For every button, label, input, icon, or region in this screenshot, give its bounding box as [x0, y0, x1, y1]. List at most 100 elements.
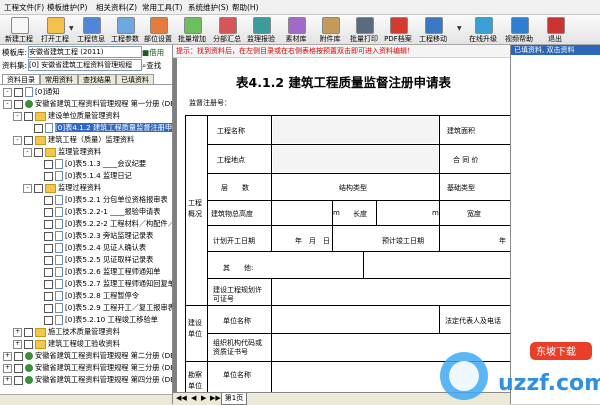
project-name-field[interactable] [273, 117, 438, 143]
toolbar-button-12[interactable]: 工程移动 [416, 16, 450, 43]
tree-node[interactable]: [0]表5.2.9 工程开工／复工报审表 [33, 303, 172, 315]
checkbox[interactable] [44, 207, 53, 217]
toolbar-button-6[interactable]: 分部汇总 [210, 16, 244, 43]
resource-select[interactable]: [0] 安徽省建筑工程资料管理规程 [28, 59, 142, 71]
checkbox[interactable] [44, 303, 53, 313]
checkbox[interactable] [44, 267, 53, 277]
open-dropdown-icon[interactable]: ▼ [69, 25, 74, 32]
collapse-icon[interactable]: - [3, 87, 12, 97]
expand-icon[interactable]: + [3, 375, 12, 385]
checkbox[interactable] [44, 243, 53, 253]
menu-system[interactable]: 系统维护(S) [188, 2, 229, 13]
toolbar-button-13[interactable]: 在线升级 [466, 16, 500, 43]
tree-node[interactable]: + 施工技术质量管理资料 [13, 327, 120, 339]
tree-node[interactable]: - [0]通知 [3, 87, 60, 99]
end-date-year[interactable]: 年 [499, 236, 506, 246]
tree-node[interactable]: + 安徽省建筑工程资料管理规程 第二分册 (DB [3, 351, 172, 363]
tree-node[interactable]: [0]表5.2.5 见证取样记录表 [33, 255, 153, 267]
checkbox[interactable] [44, 231, 53, 241]
tree-node[interactable]: [0]表5.2.6 监理工程师通知单 [33, 267, 160, 279]
tree-node[interactable]: - 监理管理资料 [23, 147, 101, 159]
tab-catalog[interactable]: 资料目录 [2, 74, 40, 84]
toolbar-button-10[interactable]: 批量打印 [347, 16, 381, 43]
toolbar-button-4[interactable]: 部位设置 [141, 16, 175, 43]
toolbar-button-5[interactable]: 批量增加 [175, 16, 209, 43]
checkbox[interactable] [14, 375, 23, 385]
checkbox[interactable] [14, 363, 23, 373]
tree-node[interactable]: [0]表5.2.2-2 工程材料／构配件／ [33, 219, 172, 231]
checkbox[interactable] [44, 195, 53, 205]
checkbox[interactable] [24, 339, 33, 349]
collapse-icon[interactable]: - [13, 111, 22, 121]
checkbox[interactable] [14, 351, 23, 361]
expand-icon[interactable]: + [3, 351, 12, 361]
checkbox[interactable] [44, 171, 53, 181]
tree-node[interactable]: - 建筑工程（质量）监理资料 [13, 135, 134, 147]
tree-node[interactable]: [0]表5.2.8 工程暂停令 [33, 291, 139, 303]
toolbar-button-11[interactable]: PDF档案 [381, 16, 415, 43]
checkbox[interactable] [24, 327, 33, 337]
checkbox[interactable] [44, 255, 53, 265]
tree-node[interactable]: [0]表5.2.3 旁站监理记录表 [33, 231, 153, 243]
menu-template[interactable]: 模板维护(P) [47, 2, 87, 13]
toolbar-button-2[interactable]: 工程信息 [74, 16, 108, 43]
tree-node[interactable]: [0]表5.2.2-1 ____报验申请表 [33, 207, 160, 219]
page-tab[interactable]: 第1页 [221, 393, 247, 405]
toolbar-button-8[interactable]: 素材库 [279, 16, 313, 43]
move-dropdown-icon[interactable]: ▼ [457, 25, 462, 32]
collapse-icon[interactable]: - [13, 135, 22, 145]
next-page-icon[interactable]: ▶ [201, 394, 206, 402]
expand-icon[interactable]: + [13, 339, 22, 349]
toolbar-button-15[interactable]: 退出 [538, 16, 572, 43]
project-location-field[interactable] [273, 146, 438, 172]
tree-node[interactable]: [0]表5.1.4 监理日记 [33, 171, 132, 183]
checkbox[interactable] [44, 159, 53, 169]
collapse-icon[interactable]: - [3, 99, 12, 109]
tab-filled[interactable]: 已填资料 [116, 74, 154, 84]
last-page-icon[interactable]: ▶▶ [210, 394, 221, 402]
checkbox[interactable] [34, 183, 43, 193]
first-page-icon[interactable]: ◀◀ [176, 394, 187, 402]
expand-icon[interactable]: + [13, 327, 22, 337]
tree-node[interactable]: - 安徽省建筑工程资料管理规程 第一分册 (DB [3, 99, 172, 111]
checkbox[interactable] [14, 87, 23, 97]
tree-node[interactable]: [0]表4.1.2 建筑工程质量监督注册申请 [23, 123, 172, 135]
toolbar-button-0[interactable]: 新建工程 [2, 16, 36, 43]
toolbar-button-1[interactable]: 打开工程 [38, 16, 72, 43]
tree-node[interactable]: + 建筑工程竣工验收资料 [13, 339, 120, 351]
tree-node[interactable]: [0]表5.2.7 监理工程师通知回复单 [33, 279, 172, 291]
menu-resources[interactable]: 相关资料(Z) [96, 2, 137, 13]
menu-help[interactable]: 帮助(H) [232, 2, 259, 13]
tab-common[interactable]: 常用资料 [40, 74, 78, 84]
template-select[interactable]: 安徽省建筑工程 (2011) [28, 46, 142, 58]
tree-node[interactable]: - 监理过程资料 [23, 183, 101, 195]
menu-file[interactable]: 工程文件(F) [4, 2, 44, 13]
checkbox[interactable] [34, 123, 43, 133]
toolbar-button-7[interactable]: 监理报验 [244, 16, 278, 43]
tree-node[interactable]: + 安徽省建筑工程资料管理规程 第三分册 (DB [3, 363, 172, 375]
checkbox[interactable] [34, 147, 43, 157]
tab-search-results[interactable]: 查找结果 [78, 74, 116, 84]
checkbox[interactable] [44, 219, 53, 229]
toolbar-button-9[interactable]: 附件库 [313, 16, 347, 43]
collapse-icon[interactable]: - [23, 147, 32, 157]
checkbox[interactable] [44, 291, 53, 301]
toolbar-button-14[interactable]: 视频帮助 [502, 16, 536, 43]
tree-node[interactable]: [0]表5.1.3 ____会议纪要 [33, 159, 146, 171]
checkbox[interactable] [44, 315, 53, 325]
checkbox[interactable] [24, 135, 33, 145]
checkbox[interactable] [44, 279, 53, 289]
registration-no-field[interactable] [239, 94, 347, 107]
find-button[interactable]: ⌕查找 [142, 60, 161, 71]
prev-page-icon[interactable]: ◀ [191, 394, 196, 402]
borrow-button[interactable]: ■借用 [142, 47, 164, 58]
menu-tools[interactable]: 常用工具(T) [142, 2, 182, 13]
start-date-ymd[interactable]: 年 月 日 [295, 236, 330, 246]
collapse-icon[interactable]: - [23, 183, 32, 193]
checkbox[interactable] [24, 111, 33, 121]
tree-node[interactable]: - 建设单位质量管理资料 [13, 111, 120, 123]
toolbar-button-3[interactable]: 工程参数 [108, 16, 142, 43]
tree-node[interactable]: [0]表5.2.1 分包单位资格报审表 [33, 195, 168, 207]
tree-node[interactable]: [0]表5.2.4 见证人确认表 [33, 243, 146, 255]
tree-node[interactable]: [0]表5.2.10 工程竣工移验单 [33, 315, 158, 327]
